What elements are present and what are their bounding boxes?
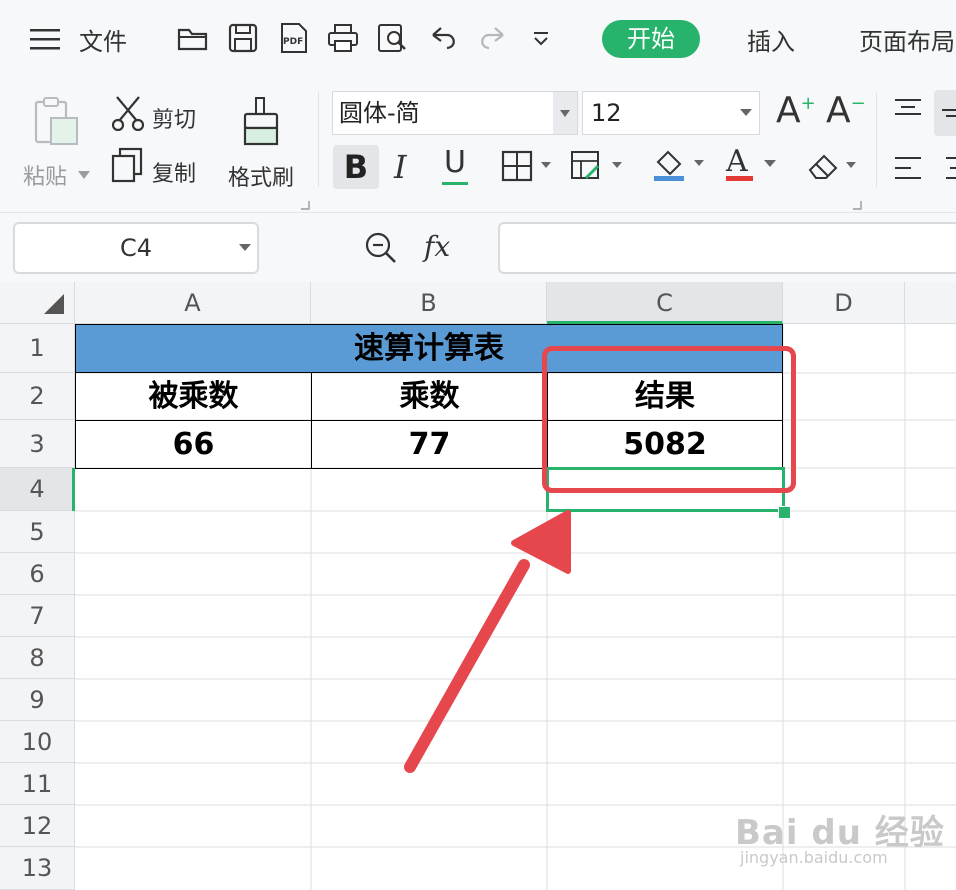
underline-letter: U	[444, 145, 466, 180]
zoom-icon[interactable]	[363, 230, 399, 266]
align-center-icon[interactable]	[942, 156, 956, 182]
row-header[interactable]: 12	[0, 805, 75, 847]
ribbon-divider	[318, 92, 319, 187]
align-middle-button[interactable]	[934, 90, 956, 136]
row-header[interactable]: 9	[0, 679, 75, 721]
row-header[interactable]: 7	[0, 595, 75, 637]
column-header-a[interactable]: A	[75, 282, 311, 324]
column-header-c[interactable]: C	[547, 282, 783, 324]
row-header[interactable]: 10	[0, 721, 75, 763]
fill-handle[interactable]	[778, 506, 791, 519]
font-size-select[interactable]: 12	[582, 91, 760, 135]
column-header-d[interactable]: D	[783, 282, 905, 324]
cut-icon[interactable]	[111, 95, 145, 131]
fx-button[interactable]: fx	[424, 230, 450, 263]
format-painter-label[interactable]: 格式刷	[228, 160, 294, 192]
ribbon-divider	[876, 92, 877, 187]
cell-a2[interactable]: 被乘数	[75, 372, 312, 421]
row-header[interactable]: 5	[0, 511, 75, 553]
borders-icon[interactable]	[501, 150, 555, 182]
undo-icon[interactable]	[429, 25, 459, 51]
font-name-select[interactable]: 圆体-简	[332, 91, 578, 135]
format-painter-icon[interactable]	[242, 96, 282, 148]
menu-icon[interactable]	[30, 28, 60, 50]
italic-button[interactable]: I	[394, 145, 418, 189]
fill-color-icon[interactable]	[652, 148, 708, 182]
tab-start[interactable]: 开始	[602, 20, 700, 58]
more-chevron-icon[interactable]	[531, 31, 551, 47]
clear-format-icon[interactable]	[806, 150, 860, 182]
save-icon[interactable]	[228, 23, 258, 53]
export-pdf-icon[interactable]: PDF	[279, 22, 309, 54]
open-folder-icon[interactable]	[177, 24, 209, 52]
row-header[interactable]: 13	[0, 847, 75, 890]
font-name-value: 圆体-简	[339, 99, 420, 127]
cut-label[interactable]: 剪切	[152, 102, 196, 134]
align-top-icon[interactable]	[893, 98, 923, 118]
copy-icon[interactable]	[111, 147, 143, 183]
row-header[interactable]: 4	[0, 468, 75, 511]
file-menu[interactable]: 文件	[79, 22, 127, 57]
baidu-watermark: Bai du 经验	[735, 805, 945, 854]
font-color-bar	[726, 176, 753, 181]
column-header-b[interactable]: B	[311, 282, 547, 324]
underline-button[interactable]: U	[440, 143, 470, 187]
row-header[interactable]: 1	[0, 324, 75, 373]
row-header[interactable]: 3	[0, 420, 75, 468]
annotation-arrow	[404, 510, 571, 773]
underline-bar	[442, 182, 468, 185]
paste-label[interactable]: 粘贴	[23, 159, 67, 191]
row-header[interactable]: 11	[0, 763, 75, 805]
increase-font-letter: A	[776, 90, 801, 131]
font-color-button[interactable]: A	[726, 144, 776, 181]
paste-icon[interactable]	[33, 96, 81, 148]
decrease-font-size-button[interactable]: A−	[826, 90, 866, 131]
redo-icon[interactable]	[477, 25, 507, 51]
formula-input[interactable]	[498, 222, 956, 274]
cell-b3[interactable]: 77	[311, 420, 548, 469]
print-preview-icon[interactable]	[377, 23, 409, 53]
font-size-value: 12	[591, 99, 622, 127]
print-icon[interactable]	[327, 23, 359, 53]
increase-font-size-button[interactable]: A+	[776, 90, 816, 131]
select-all-corner[interactable]	[0, 282, 75, 324]
align-left-icon[interactable]	[893, 156, 923, 182]
column-header-e[interactable]	[905, 282, 956, 324]
watermark-url: jingyan.baidu.com	[740, 848, 888, 867]
copy-label[interactable]: 复制	[152, 156, 196, 188]
name-box[interactable]: C4	[13, 222, 259, 274]
row-header[interactable]: 6	[0, 553, 75, 595]
cell-style-icon[interactable]	[570, 150, 626, 182]
cell-a3[interactable]: 66	[75, 420, 312, 469]
cell-b2[interactable]: 乘数	[311, 372, 548, 421]
font-color-letter: A	[726, 144, 748, 179]
svg-text:PDF: PDF	[283, 37, 303, 47]
row-header[interactable]: 2	[0, 373, 75, 420]
decrease-font-letter: A	[826, 90, 851, 131]
row-header[interactable]: 8	[0, 637, 75, 679]
paste-dropdown-icon[interactable]	[78, 166, 90, 185]
font-name-dropdown[interactable]	[553, 92, 577, 134]
name-box-value: C4	[119, 234, 153, 262]
highlight-box	[542, 346, 796, 493]
watermark-brand: Bai du 经验	[735, 813, 945, 853]
tab-insert[interactable]: 插入	[747, 22, 795, 57]
bold-button[interactable]: B	[333, 145, 379, 189]
tab-page-layout[interactable]: 页面布局	[859, 22, 955, 57]
